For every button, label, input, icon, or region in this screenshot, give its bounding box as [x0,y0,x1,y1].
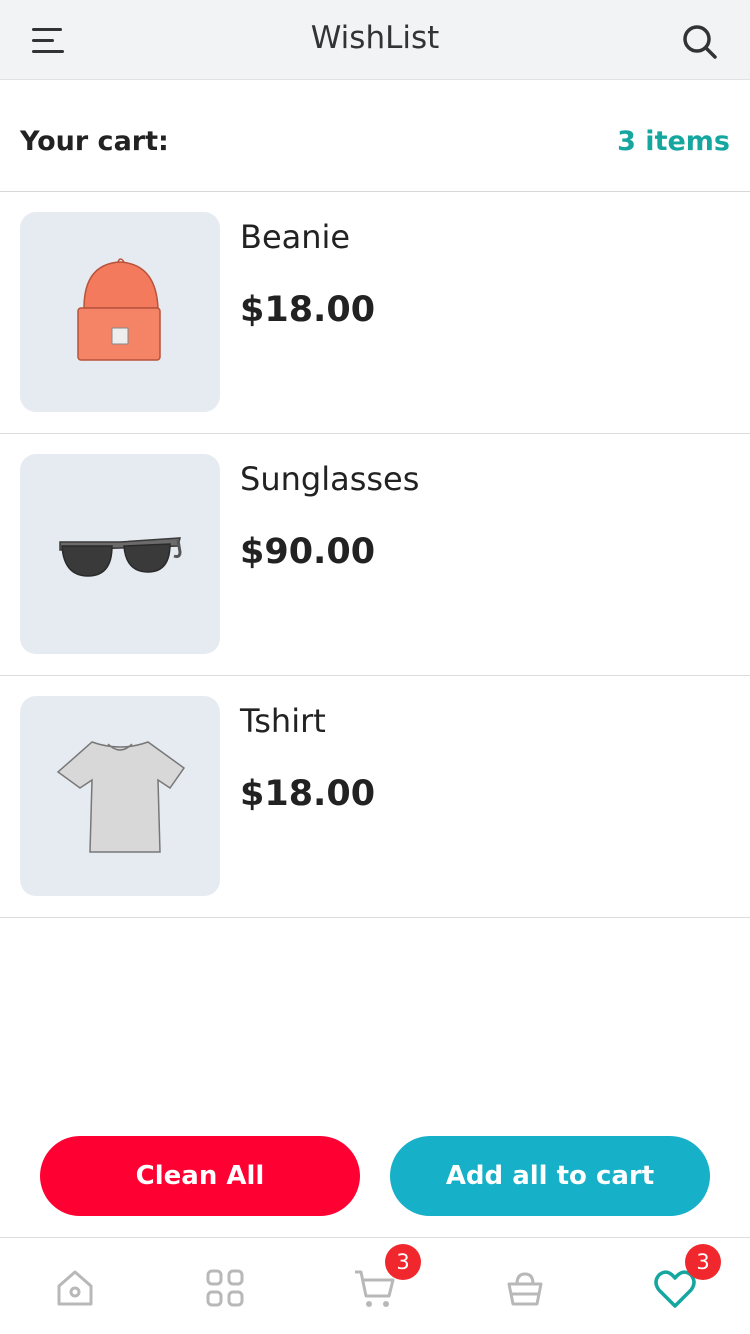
item-name: Tshirt [240,702,326,740]
beanie-image[interactable] [20,212,220,412]
list-item[interactable]: Tshirt $18.00 [0,676,750,918]
list-item[interactable]: Beanie $18.00 [0,192,750,434]
cart-badge: 3 [385,1244,421,1280]
list-item[interactable]: Sunglasses $90.00 [0,434,750,676]
item-price: $18.00 [240,774,376,814]
search-icon [683,25,717,59]
tshirt-image[interactable] [20,696,220,896]
cart-summary: Your cart: 3 items [0,80,750,192]
item-name: Beanie [240,218,351,256]
add-all-to-cart-button[interactable]: Add all to cart [390,1136,710,1216]
app-header: WishList [0,0,750,80]
cart-item-count: 3 items [617,126,730,157]
search-button[interactable] [680,22,720,62]
tab-home[interactable] [51,1264,99,1312]
grid-icon [206,1269,244,1307]
home-icon [57,1270,93,1306]
bottom-tab-bar: 3 3 [0,1237,750,1334]
page-title: WishList [310,20,440,56]
tab-categories[interactable] [201,1264,249,1312]
sunglasses-icon [59,537,182,577]
beanie-icon [77,258,161,361]
cart-label: Your cart: [20,126,169,157]
wishlist-items: Beanie $18.00 Sunglasses $90.00 Tshirt $… [0,192,750,918]
tab-wishlist[interactable]: 3 [651,1244,721,1312]
item-price: $90.00 [240,532,376,572]
item-name: Sunglasses [240,460,420,498]
wishlist-badge: 3 [685,1244,721,1280]
tab-cart[interactable]: 3 [351,1244,421,1312]
item-price: $18.00 [240,290,376,330]
tshirt-icon [56,741,186,853]
tab-orders[interactable] [501,1264,549,1312]
clean-all-button[interactable]: Clean All [40,1136,360,1216]
basket-icon [507,1272,543,1306]
sunglasses-image[interactable] [20,454,220,654]
